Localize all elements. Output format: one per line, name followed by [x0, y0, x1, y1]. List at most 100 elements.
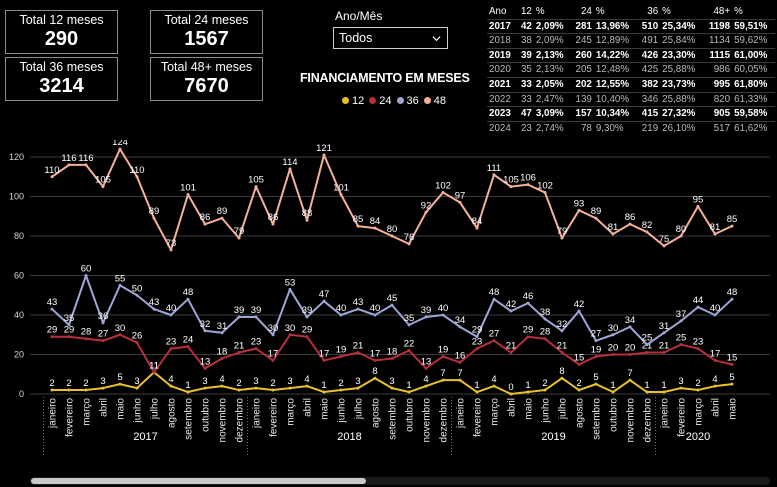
data-label: 105	[503, 175, 519, 186]
x-tick-label: setembro	[388, 398, 399, 440]
data-label: 1	[474, 380, 479, 391]
data-label: 5	[729, 372, 734, 383]
data-label: 2	[49, 378, 54, 389]
horizontal-scrollbar-thumb[interactable]	[31, 478, 366, 484]
x-tick-label: dezembro	[439, 398, 450, 443]
data-label: 26	[132, 331, 143, 342]
x-tick-label: julho	[558, 398, 569, 421]
x-tick-label: junho	[133, 398, 144, 424]
table-cell: 2018	[487, 33, 517, 49]
table-cell: 61,62%	[732, 120, 775, 136]
card-value: 290	[44, 28, 79, 50]
x-tick-label: dezembro	[235, 398, 246, 443]
data-label: 4	[423, 374, 428, 385]
data-label: 89	[217, 206, 228, 217]
data-label: 20	[625, 343, 636, 354]
x-tick-label: janeiro	[252, 398, 263, 429]
data-label: 0	[508, 382, 513, 393]
data-label: 23	[251, 337, 262, 348]
data-label: 35	[64, 313, 75, 324]
data-label: 3	[355, 376, 360, 387]
data-label: 102	[537, 181, 553, 192]
data-label: 3	[202, 376, 207, 387]
data-label: 79	[557, 226, 568, 237]
x-tick-label: fevereiro	[473, 398, 484, 437]
ano-mes-dropdown[interactable]: Todos	[333, 27, 448, 49]
data-label: 85	[727, 214, 738, 225]
data-label: 13	[200, 356, 211, 367]
legend-item[interactable]: 24	[369, 95, 392, 107]
data-label: 18	[217, 346, 228, 357]
y-tick-label: 20	[14, 350, 24, 360]
data-label: 45	[387, 293, 398, 304]
year-label: 2019	[541, 431, 565, 443]
table-row: 2020 35 2,13% 205 12,48% 425 25,88% 986 60,05%	[487, 62, 775, 78]
data-label: 19	[438, 344, 449, 355]
table-cell: 2022	[487, 91, 517, 107]
data-label: 116	[61, 153, 76, 164]
data-label: 23	[166, 337, 177, 348]
data-label: 21	[659, 341, 670, 352]
table-cell: 42	[516, 18, 534, 34]
table-cell: 13,96%	[593, 18, 637, 34]
data-label: 42	[574, 299, 585, 310]
data-label: 30	[115, 323, 126, 334]
header-cell: 36	[647, 6, 659, 17]
y-tick-label: 40	[14, 310, 24, 320]
data-label: 121	[316, 143, 332, 154]
table-cell: 39	[516, 47, 534, 63]
data-label: 19	[591, 344, 602, 355]
table-cell: 1134	[703, 33, 733, 49]
data-label: 40	[166, 303, 177, 314]
header-cell: %	[535, 6, 545, 17]
legend-label: 24	[379, 95, 392, 107]
x-tick-label: novembro	[626, 398, 637, 443]
data-label: 80	[676, 224, 687, 235]
legend-item[interactable]: 48	[423, 95, 446, 107]
data-label: 35	[404, 313, 415, 324]
x-tick-label: janeiro	[660, 398, 671, 429]
table-cell: 2019	[487, 47, 517, 63]
table-cell: 202	[570, 76, 594, 93]
table-cell: 905	[703, 106, 733, 122]
data-label: 36	[98, 311, 109, 322]
table-row: 2019 39 2,13% 260 14,22% 426 23,30% 1115 61,00%	[487, 47, 775, 63]
data-label: 37	[676, 309, 687, 320]
card-value: 1567	[184, 28, 229, 50]
data-label: 75	[659, 234, 670, 245]
data-label: 48	[183, 287, 194, 298]
line-chart: 020406080100120janeiro fevereiro março abri…	[9, 140, 770, 455]
x-tick-label: abril	[711, 398, 722, 417]
data-label: 18	[387, 346, 398, 357]
table-cell: 281	[570, 18, 594, 34]
total-48-meses-card: Total 48+ meses 7670	[150, 57, 263, 101]
data-label: 48	[489, 287, 500, 298]
x-tick-label: junho	[337, 398, 348, 424]
table-cell: 23,73%	[660, 76, 704, 93]
data-label: 1	[406, 380, 411, 391]
data-label: 31	[659, 321, 670, 332]
data-label: 23	[693, 337, 704, 348]
data-label: 1	[525, 380, 530, 391]
data-label: 86	[200, 212, 211, 223]
year-label: 2017	[133, 431, 157, 443]
data-label: 2	[542, 378, 547, 389]
chevron-down-icon	[432, 36, 441, 42]
data-label: 101	[333, 183, 349, 194]
legend-dot-icon	[342, 97, 349, 104]
table-cell: 2,74%	[533, 120, 571, 136]
data-label: 43	[47, 297, 58, 308]
data-label: 84	[472, 216, 483, 227]
x-tick-label: fevereiro	[269, 398, 280, 437]
legend-item[interactable]: 12	[342, 95, 364, 107]
data-label: 60	[81, 264, 92, 275]
legend-label: 48	[433, 95, 446, 107]
data-label: 82	[642, 220, 653, 231]
table-cell: 59,58%	[732, 106, 775, 122]
legend-item[interactable]: 36	[396, 95, 419, 107]
data-label: 3	[389, 376, 394, 387]
header-cell: %	[662, 6, 671, 17]
data-label: 27	[98, 329, 109, 340]
table-cell: 2,09%	[533, 18, 571, 34]
data-label: 29	[472, 325, 483, 336]
